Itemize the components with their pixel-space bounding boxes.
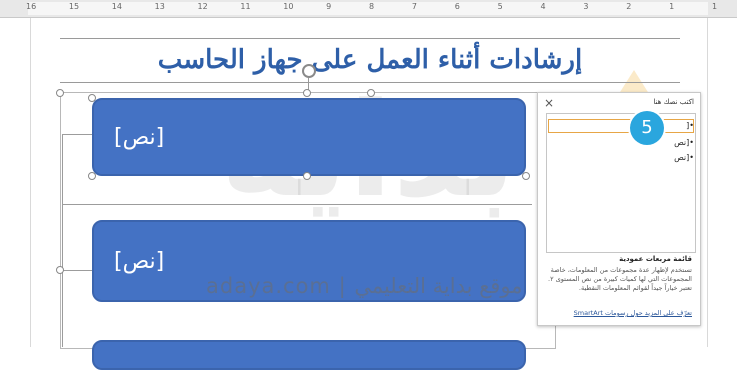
watermark-line: adaya.com | موقع بداية التعليمي — [206, 274, 523, 298]
ruler-label: 13 — [154, 2, 165, 11]
resize-handle[interactable] — [56, 89, 64, 97]
title-rule-top — [60, 38, 680, 39]
ruler-label: 12 — [197, 2, 208, 11]
ruler-label: 10 — [283, 2, 294, 11]
ruler-label: 7 — [411, 2, 417, 11]
resize-handle[interactable] — [56, 266, 64, 274]
ruler-label: 3 — [583, 2, 589, 11]
text-pane-row-1[interactable]: •[ — [686, 121, 694, 130]
horizontal-ruler[interactable]: 16 15 14 13 12 11 10 9 8 7 6 5 4 3 2 1 1 — [0, 0, 737, 18]
ruler-label: 4 — [540, 2, 546, 11]
title-rule-bottom — [60, 82, 680, 83]
ruler-label: 15 — [68, 2, 80, 11]
shape-text[interactable]: [نص] — [114, 222, 164, 300]
text-entry-list[interactable] — [546, 113, 696, 253]
document-title[interactable]: إرشادات أثناء العمل على جهاز الحاسب — [60, 40, 680, 80]
text-pane-row-2[interactable]: •[نص — [674, 138, 694, 147]
connector-line — [62, 204, 532, 205]
smartart-shape-3[interactable] — [92, 340, 526, 370]
text-pane-row-3[interactable]: •[نص — [674, 153, 694, 162]
ruler-label: 8 — [369, 2, 375, 11]
resize-handle[interactable] — [88, 172, 96, 180]
resize-handle[interactable] — [88, 94, 96, 102]
ruler-label: 14 — [111, 2, 122, 11]
rotate-handle-icon[interactable] — [302, 64, 316, 78]
connector-line — [62, 134, 63, 347]
ruler-label: 9 — [326, 2, 332, 11]
ruler-label: 2 — [626, 2, 632, 11]
resize-handle[interactable] — [303, 89, 311, 97]
smartart-help-link[interactable]: تعرّف على المزيد حول رسومات SmartArt — [574, 309, 692, 317]
connector-line — [62, 270, 92, 271]
ruler-label: 1 — [712, 2, 718, 11]
layout-description: تستخدم لإظهار عدة مجموعات من المعلومات، … — [548, 266, 692, 292]
ruler-ticks: 16 15 14 13 12 11 10 9 8 7 6 5 4 3 2 1 1 — [0, 0, 737, 17]
pane-title: اكتب نصك هنا — [653, 98, 694, 106]
connector-line — [62, 134, 92, 135]
resize-handle[interactable] — [522, 172, 530, 180]
smartart-shape-1[interactable]: [نص] — [92, 98, 526, 176]
resize-handle[interactable] — [367, 89, 375, 97]
ruler-label: 1 — [669, 2, 675, 11]
active-row-outline — [548, 119, 694, 133]
shape-text[interactable]: [نص] — [114, 100, 164, 174]
ruler-label: 6 — [454, 2, 460, 11]
smartart-text-pane[interactable]: × اكتب نصك هنا •[ •[نص •[نص 5 قائمة مربع… — [537, 92, 701, 326]
resize-handle[interactable] — [303, 172, 311, 180]
layout-name: قائمة مربعات عمودية — [619, 255, 692, 263]
ruler-label: 5 — [497, 2, 503, 11]
close-icon[interactable]: × — [544, 96, 554, 110]
ruler-label: 11 — [240, 2, 251, 11]
ruler-label: 16 — [26, 2, 37, 11]
step-badge: 5 — [630, 111, 664, 145]
